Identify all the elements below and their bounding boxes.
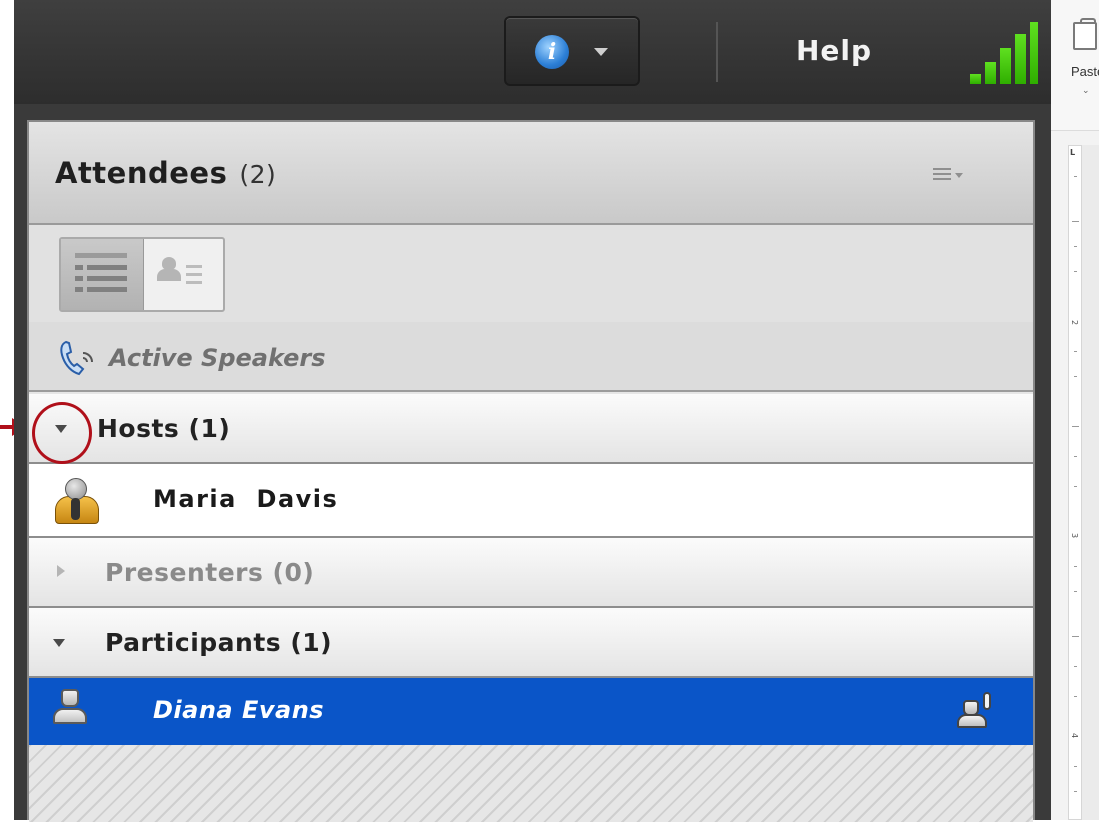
pod-title-text: Attendees: [55, 156, 228, 190]
ruler-number: 4: [1070, 732, 1080, 739]
empty-list-area: [29, 745, 1033, 822]
group-label: Presenters (0): [105, 558, 315, 587]
chevron-down-icon: [594, 48, 608, 56]
info-menu-button[interactable]: i: [504, 16, 640, 86]
group-header-hosts[interactable]: Hosts (1): [29, 394, 1033, 464]
word-processor-window: Paste ⌄ L 2 3 4: [1051, 0, 1099, 820]
attendee-count: (2): [239, 160, 277, 189]
raise-hand-icon[interactable]: [957, 692, 997, 730]
chevron-down-icon[interactable]: ⌄: [1082, 86, 1090, 96]
active-speakers-label: Active Speakers: [109, 344, 326, 372]
signal-strength-icon: [968, 22, 1038, 84]
ruler-number: 3: [1070, 532, 1080, 539]
info-icon: i: [535, 35, 569, 69]
vertical-ruler: L 2 3 4: [1068, 145, 1082, 820]
attendee-row[interactable]: Maria Davis: [29, 464, 1033, 538]
chevron-down-icon[interactable]: [955, 173, 963, 178]
view-toggle: [59, 237, 225, 312]
pod-title: Attendees (2): [55, 156, 276, 190]
participant-avatar-icon: [53, 689, 87, 729]
pod-header: Attendees (2): [29, 122, 1033, 225]
paste-button-label[interactable]: Paste: [1071, 64, 1099, 79]
ribbon: Paste ⌄: [1051, 0, 1099, 131]
attendee-name: Maria Davis: [153, 485, 339, 513]
list-view-button[interactable]: [61, 239, 144, 310]
collapse-triangle-icon[interactable]: [55, 425, 67, 433]
divider: [716, 22, 718, 82]
collapse-triangle-icon[interactable]: [53, 639, 65, 647]
view-toolbar: [29, 225, 1033, 324]
tab-stop-icon[interactable]: L: [1070, 148, 1075, 157]
help-button[interactable]: Help: [796, 34, 872, 67]
meeting-top-bar: i Help: [14, 0, 1051, 106]
group-label: Participants (1): [105, 628, 333, 657]
expand-triangle-icon[interactable]: [57, 565, 65, 577]
document-canvas: [1082, 145, 1099, 820]
attendees-pod: Attendees (2) Active Speakers Hosts (1) …: [27, 120, 1035, 822]
attendee-name: Diana Evans: [153, 696, 325, 724]
host-avatar-icon: [53, 476, 99, 524]
group-header-presenters[interactable]: Presenters (0): [29, 538, 1033, 608]
pod-menu-icon[interactable]: [933, 168, 951, 182]
ruler-number: 2: [1070, 319, 1080, 326]
group-label: Hosts (1): [97, 414, 231, 443]
active-speakers-row[interactable]: Active Speakers: [29, 322, 1033, 392]
card-view-button[interactable]: [144, 239, 223, 310]
paste-icon[interactable]: [1073, 22, 1097, 50]
group-header-participants[interactable]: Participants (1): [29, 608, 1033, 678]
annotation-circle: [32, 402, 92, 464]
attendee-row-selected[interactable]: Diana Evans: [29, 678, 1033, 745]
phone-speaker-icon: [60, 340, 93, 376]
